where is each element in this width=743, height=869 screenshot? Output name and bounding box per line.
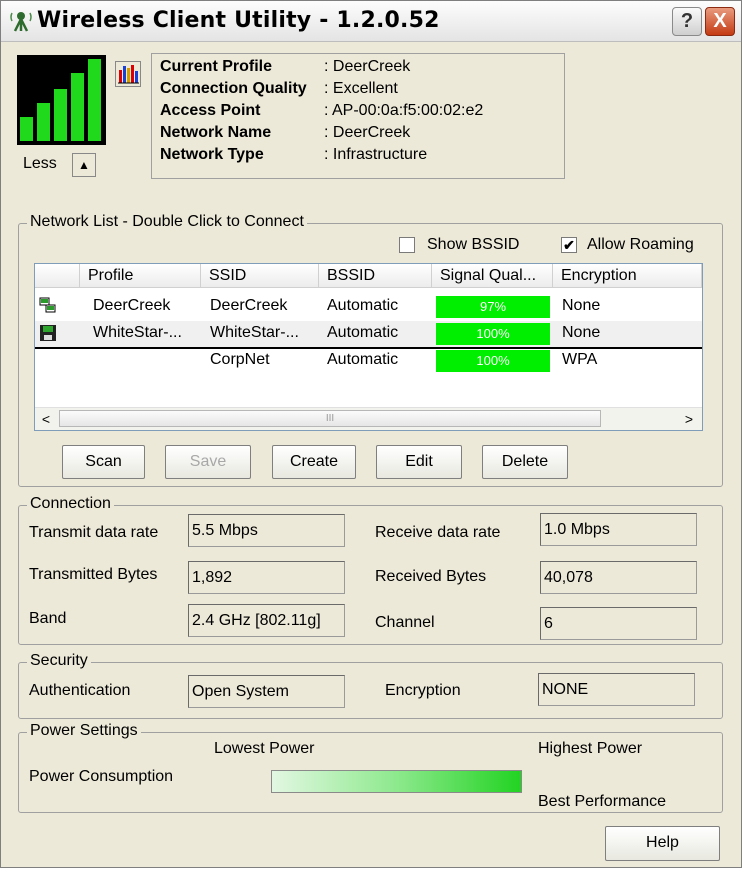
signal-bar: [20, 117, 33, 141]
connection-legend: Connection: [27, 495, 114, 513]
transmit-rate-label: Transmit data rate: [29, 524, 159, 541]
row-ssid: CorpNet: [210, 351, 270, 368]
status-key: Current Profile: [160, 58, 273, 75]
column-header-ssid[interactable]: SSID: [201, 264, 319, 288]
wireless-client-utility-window: Wireless Client Utility - 1.2.0.52 ? X L…: [0, 0, 742, 868]
best-performance-label: Best Performance: [538, 793, 667, 810]
status-value: : DeerCreek: [324, 58, 411, 75]
channel-field: 6: [540, 607, 697, 640]
delete-button[interactable]: Delete: [482, 445, 568, 479]
less-label: Less: [23, 155, 57, 172]
row-signal-quality: 100%: [436, 323, 550, 345]
edit-button[interactable]: Edit: [376, 445, 462, 479]
status-value: : Excellent: [324, 80, 398, 97]
received-bytes-field: 40,078: [540, 561, 697, 594]
power-settings-legend: Power Settings: [27, 722, 141, 740]
encryption-label: Encryption: [385, 682, 461, 699]
create-button[interactable]: Create: [272, 445, 356, 479]
band-field: 2.4 GHz [802.11g]: [188, 604, 345, 637]
horizontal-scrollbar[interactable]: < III >: [35, 407, 702, 430]
network-row[interactable]: WhiteStar-... WhiteStar-... Automatic 10…: [35, 321, 702, 349]
authentication-field: Open System: [188, 675, 345, 708]
band-label: Band: [29, 610, 67, 627]
close-button[interactable]: X: [705, 7, 735, 36]
status-value: : DeerCreek: [324, 124, 411, 141]
power-consumption-label: Power Consumption: [29, 768, 174, 785]
signal-bar: [37, 103, 50, 141]
window-title: Wireless Client Utility - 1.2.0.52: [37, 8, 440, 33]
column-header-encryption[interactable]: Encryption: [553, 264, 702, 288]
transmit-rate-field: 5.5 Mbps: [188, 514, 345, 547]
scroll-right-arrow-icon[interactable]: >: [678, 408, 700, 430]
row-ssid: DeerCreek: [210, 297, 288, 314]
row-signal-quality: 100%: [436, 350, 550, 372]
encryption-field: NONE: [538, 673, 695, 706]
status-key: Network Name: [160, 124, 272, 141]
network-list[interactable]: Profile SSID BSSID Signal Qual... Encryp…: [34, 263, 703, 431]
received-bytes-label: Received Bytes: [375, 568, 487, 585]
status-value: : Infrastructure: [324, 146, 428, 163]
status-value: : AP-00:0a:f5:00:02:e2: [324, 102, 484, 119]
transmitted-bytes-label: Transmitted Bytes: [29, 566, 158, 583]
row-profile: DeerCreek: [93, 297, 171, 314]
channel-label: Channel: [375, 614, 435, 631]
help-button[interactable]: Help: [605, 826, 720, 861]
network-list-legend: Network List - Double Click to Connect: [27, 213, 307, 231]
row-signal-quality: 97%: [436, 296, 550, 318]
highest-power-label: Highest Power: [538, 740, 643, 757]
row-bssid: Automatic: [327, 351, 399, 368]
status-key: Access Point: [160, 102, 261, 119]
receive-rate-label: Receive data rate: [375, 524, 501, 541]
scrollbar-thumb[interactable]: III: [59, 410, 601, 427]
connection-status-panel: Current Profile : DeerCreek Connection Q…: [151, 53, 565, 179]
bar-chart-icon: [118, 65, 139, 84]
allow-roaming-label: Allow Roaming: [587, 236, 694, 253]
connected-network-icon: [39, 297, 56, 313]
status-key: Network Type: [160, 146, 264, 163]
column-header-profile[interactable]: Profile: [80, 264, 201, 288]
collapse-toggle-button[interactable]: ▲: [72, 153, 96, 177]
lowest-power-label: Lowest Power: [214, 740, 315, 757]
status-key: Connection Quality: [160, 80, 307, 97]
row-encryption: None: [562, 324, 601, 341]
row-bssid: Automatic: [327, 297, 399, 314]
row-encryption: None: [562, 297, 601, 314]
transmitted-bytes-field: 1,892: [188, 561, 345, 594]
scroll-left-arrow-icon[interactable]: <: [35, 408, 57, 430]
row-bssid: Automatic: [327, 324, 399, 341]
column-header-bssid[interactable]: BSSID: [319, 264, 432, 288]
receive-rate-field: 1.0 Mbps: [540, 513, 697, 546]
column-header-icon[interactable]: [35, 264, 80, 288]
title-bar[interactable]: Wireless Client Utility - 1.2.0.52 ? X: [1, 1, 741, 42]
signal-bar: [71, 73, 84, 141]
signal-bar: [54, 89, 67, 141]
network-row[interactable]: CorpNet Automatic 100% WPA: [35, 348, 702, 374]
save-button[interactable]: Save: [165, 445, 251, 479]
bar-graph-icon[interactable]: [115, 61, 141, 87]
wireless-antenna-icon: [10, 12, 32, 32]
power-consumption-slider[interactable]: [271, 770, 522, 793]
signal-strength-meter: [17, 55, 106, 145]
network-row[interactable]: DeerCreek DeerCreek Automatic 97% None: [35, 294, 702, 320]
row-profile: WhiteStar-...: [93, 324, 182, 341]
saved-profile-icon: [40, 325, 56, 341]
row-ssid: WhiteStar-...: [210, 324, 299, 341]
signal-bar: [88, 59, 101, 141]
authentication-label: Authentication: [29, 682, 131, 699]
row-encryption: WPA: [562, 351, 598, 368]
security-legend: Security: [27, 652, 91, 670]
scan-button[interactable]: Scan: [62, 445, 145, 479]
allow-roaming-checkbox[interactable]: ✔: [561, 237, 577, 253]
help-title-button[interactable]: ?: [672, 7, 702, 36]
column-header-signal[interactable]: Signal Qual...: [432, 264, 553, 288]
show-bssid-label: Show BSSID: [427, 236, 520, 253]
show-bssid-checkbox[interactable]: [399, 237, 415, 253]
